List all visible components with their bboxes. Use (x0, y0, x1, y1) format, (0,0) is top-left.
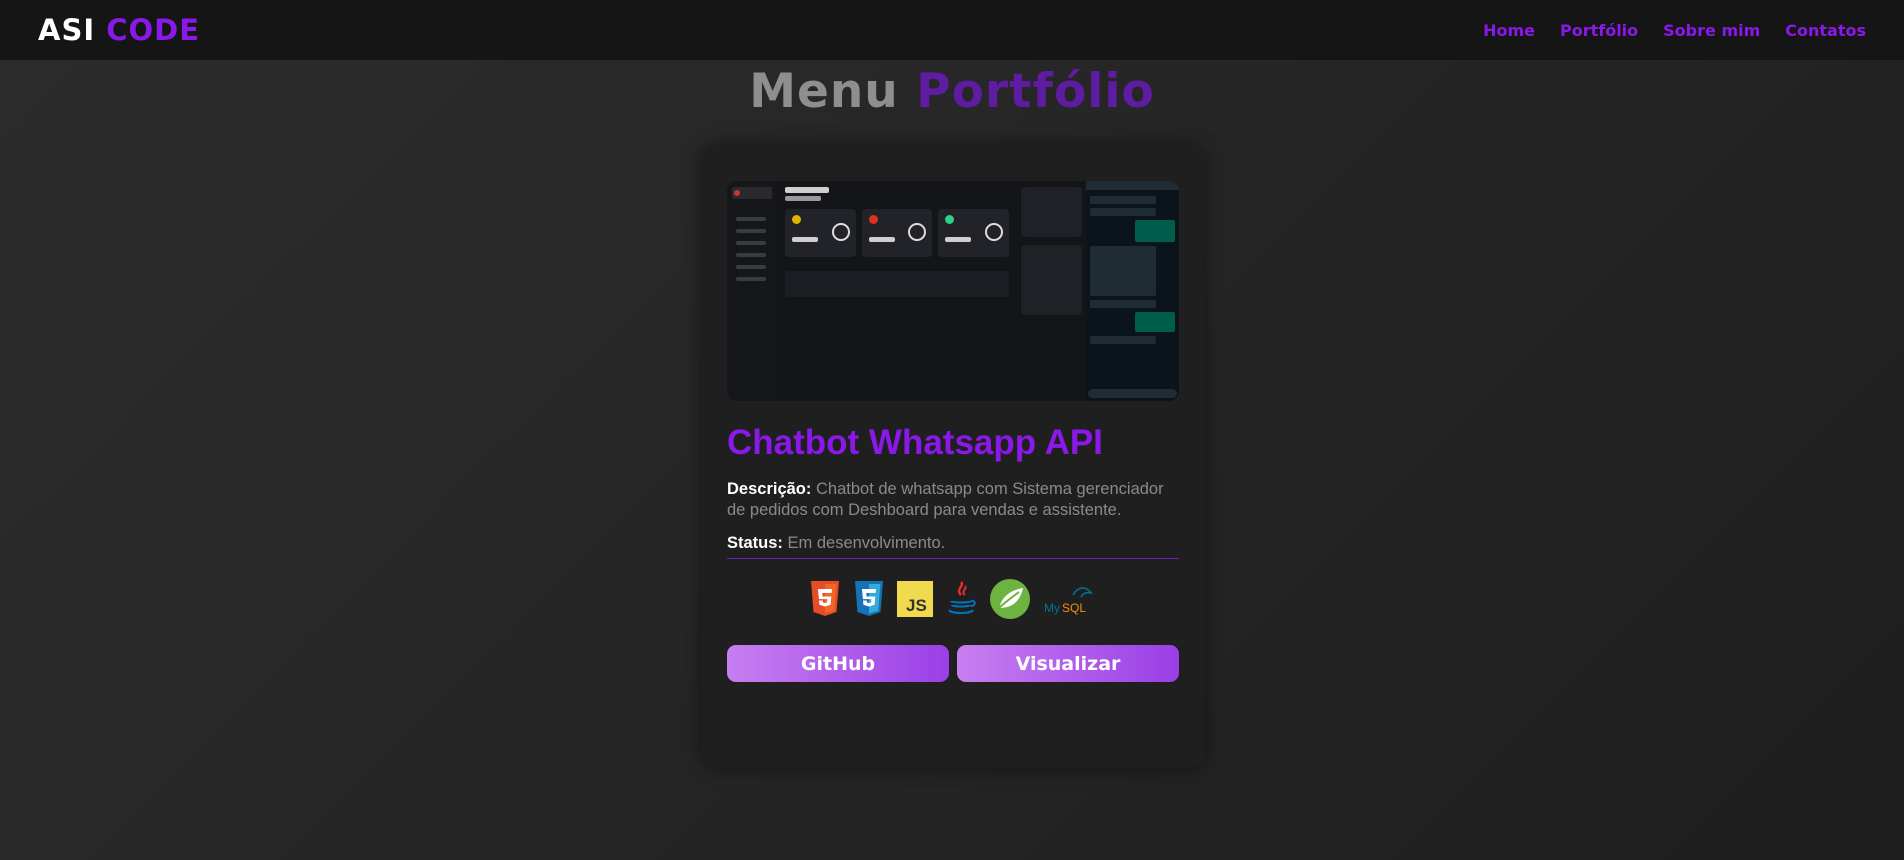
logo-part-asi: ASI (38, 13, 96, 47)
javascript-icon: JS (897, 581, 933, 617)
project-card: Chatbot Whatsapp API Descrição: Chatbot … (702, 145, 1204, 768)
project-preview-image (727, 181, 1179, 401)
project-description: Descrição: Chatbot de whatsapp com Siste… (727, 479, 1179, 521)
page-title-part2: Portfólio (916, 64, 1155, 119)
project-title: Chatbot Whatsapp API (727, 423, 1103, 462)
description-label: Descrição: (727, 480, 812, 498)
page-title-part1: Menu (749, 64, 899, 119)
nav-portfolio[interactable]: Portfólio (1560, 21, 1638, 40)
technology-icons: JS My SQL (727, 577, 1179, 621)
visualizar-button[interactable]: Visualizar (957, 645, 1179, 682)
project-actions: GitHub Visualizar (727, 645, 1179, 682)
project-status: Status: Em desenvolvimento. (727, 533, 1179, 559)
nav-sobre-mim[interactable]: Sobre mim (1663, 21, 1760, 40)
status-text: Em desenvolvimento. (787, 534, 946, 552)
nav-contatos[interactable]: Contatos (1785, 21, 1866, 40)
github-button[interactable]: GitHub (727, 645, 949, 682)
java-icon (945, 580, 977, 618)
status-label: Status: (727, 534, 783, 552)
svg-text:JS: JS (906, 596, 927, 615)
logo-part-code: CODE (106, 13, 201, 47)
svg-text:SQL: SQL (1062, 601, 1086, 615)
mysql-icon: My SQL (1043, 581, 1097, 617)
site-logo[interactable]: ASI CODE (38, 13, 200, 47)
css3-icon (853, 581, 885, 617)
html5-icon (809, 581, 841, 617)
svg-text:My: My (1044, 601, 1060, 615)
main-nav: Home Portfólio Sobre mim Contatos (1483, 21, 1866, 40)
nav-home[interactable]: Home (1483, 21, 1535, 40)
site-header: ASI CODE Home Portfólio Sobre mim Contat… (0, 0, 1904, 60)
page-title: Menu Portfólio (0, 64, 1904, 119)
spring-icon (989, 578, 1031, 620)
